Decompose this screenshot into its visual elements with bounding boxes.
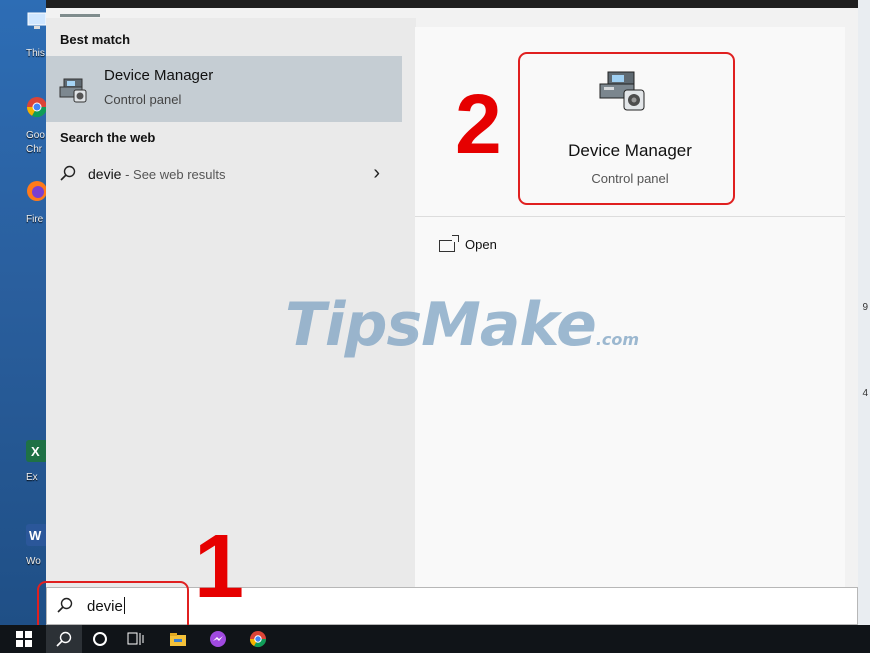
start-button[interactable] — [6, 625, 42, 653]
web-search-text: devie - See web results — [88, 166, 226, 182]
web-search-query: devie — [88, 166, 122, 182]
desktop-icon-word[interactable]: W Wo — [0, 524, 48, 567]
desktop-icon-label: Chr — [26, 144, 43, 155]
messenger-button[interactable] — [200, 625, 236, 653]
task-view-button[interactable] — [118, 625, 154, 653]
open-label: Open — [465, 237, 497, 252]
task-view-icon — [127, 632, 144, 645]
start-icon — [16, 631, 32, 647]
web-search-result[interactable]: devie - See web results › — [46, 156, 402, 192]
chrome-shortcut-icon — [26, 96, 48, 118]
desktop-icon-this-pc[interactable]: This — [0, 10, 48, 59]
device-manager-icon — [58, 73, 90, 105]
desktop-icon-label: Wo — [26, 556, 41, 567]
annotation-box-step-2 — [518, 52, 735, 205]
annotation-number-step-2: 2 — [455, 77, 502, 171]
desktop-icon-label: Fire — [26, 214, 44, 225]
desktop-icon-label: This — [26, 48, 45, 59]
chrome-button[interactable] — [240, 625, 276, 653]
desktop-icon-label: Goo — [26, 130, 45, 141]
file-explorer-button[interactable] — [160, 625, 196, 653]
taskbar — [0, 625, 870, 653]
desktop-right-edge: 9 4 — [858, 0, 870, 625]
search-web-heading: Search the web — [60, 130, 156, 145]
desktop-icon-chrome[interactable]: Goo Chr — [0, 96, 48, 155]
edge-text: 9 — [862, 302, 868, 313]
edge-text: 4 — [862, 388, 868, 399]
web-search-hint: - See web results — [121, 167, 226, 182]
search-icon — [56, 631, 72, 647]
desktop-icon-firefox[interactable]: Fire — [0, 180, 48, 225]
svg-text:X: X — [31, 444, 40, 459]
word-icon: W — [26, 524, 48, 546]
start-menu-tab-indicator — [60, 14, 100, 17]
best-match-subtitle: Control panel — [104, 92, 182, 107]
search-icon — [60, 165, 76, 186]
watermark-text: TipsMake — [285, 290, 597, 360]
chevron-right-icon[interactable]: › — [373, 162, 380, 185]
best-match-heading: Best match — [60, 32, 131, 47]
best-match-name: Device Manager — [104, 67, 214, 84]
desktop-icon-excel[interactable]: X Ex — [0, 440, 48, 483]
desktop-icon-label: Ex — [26, 472, 38, 483]
messenger-icon — [210, 631, 226, 647]
firefox-icon — [26, 180, 48, 202]
watermark-domain: .com — [595, 330, 640, 349]
svg-text:W: W — [29, 528, 42, 543]
this-pc-icon — [26, 10, 48, 32]
open-action[interactable]: Open — [439, 234, 497, 252]
cortana-button[interactable] — [82, 625, 118, 653]
file-explorer-icon — [170, 633, 186, 646]
annotation-number-step-1: 1 — [194, 517, 245, 617]
chrome-icon — [249, 631, 267, 648]
open-icon — [439, 234, 459, 252]
cortana-icon — [93, 632, 107, 646]
best-match-item[interactable]: Device Manager Control panel — [46, 56, 402, 122]
excel-icon: X — [26, 440, 48, 462]
taskbar-search-button[interactable] — [46, 625, 82, 653]
watermark: TipsMake.com — [285, 290, 639, 360]
start-menu-top-bar — [46, 0, 858, 8]
